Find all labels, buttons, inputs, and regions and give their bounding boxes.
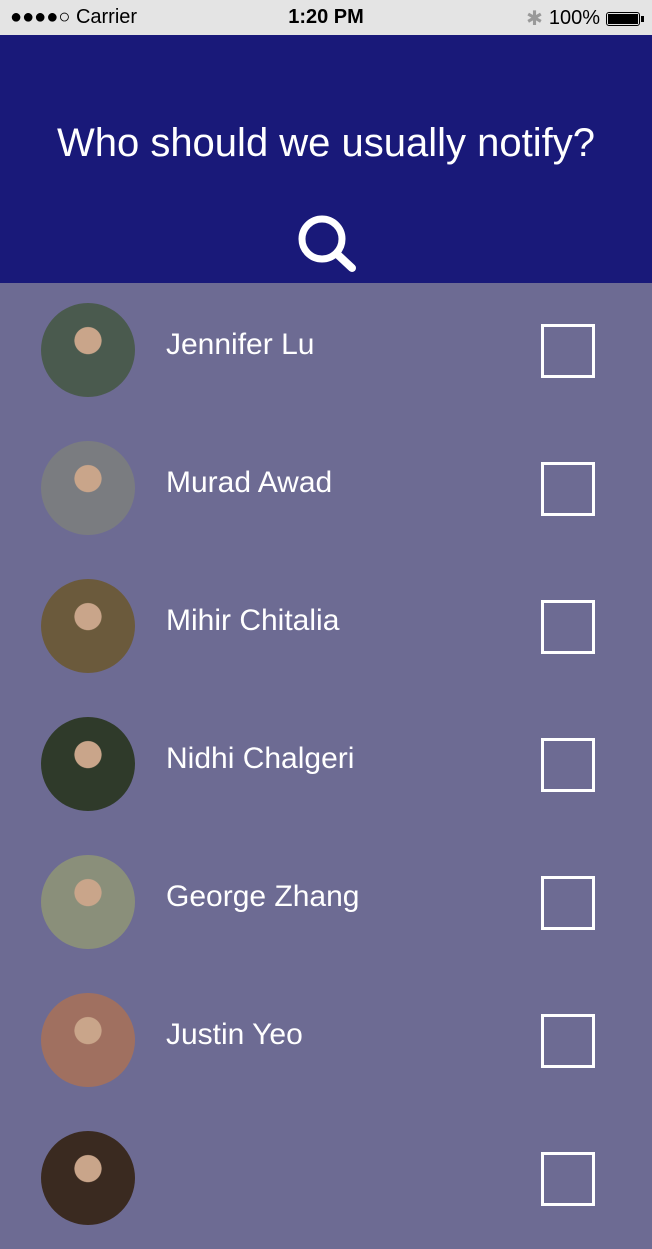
contact-row[interactable]: George Zhang <box>0 835 652 973</box>
status-bar: ●●●●○ Carrier 1:20 PM ✱ 100% <box>0 0 652 35</box>
contact-row[interactable]: Nidhi Chalgeri <box>0 697 652 835</box>
contact-name: Murad Awad <box>166 466 333 499</box>
notify-checkbox[interactable] <box>541 1014 595 1068</box>
avatar <box>41 441 135 535</box>
contact-row[interactable]: Murad Awad <box>0 421 652 559</box>
contact-row[interactable] <box>0 1111 652 1249</box>
contact-name: Jennifer Lu <box>166 328 315 361</box>
bluetooth-icon: ✱ <box>526 8 543 30</box>
notify-checkbox[interactable] <box>541 738 595 792</box>
avatar <box>41 717 135 811</box>
contact-name: Justin Yeo <box>166 1018 303 1051</box>
contact-name: George Zhang <box>166 880 360 913</box>
notify-checkbox[interactable] <box>541 1152 595 1206</box>
avatar <box>41 993 135 1087</box>
avatar <box>41 579 135 673</box>
search-icon[interactable] <box>296 215 360 275</box>
status-right: ✱ 100% <box>526 6 644 31</box>
contact-name: Mihir Chitalia <box>166 604 340 637</box>
header: Who should we usually notify? <box>0 35 652 283</box>
avatar <box>41 1131 135 1225</box>
notify-checkbox[interactable] <box>541 600 595 654</box>
notify-checkbox[interactable] <box>541 324 595 378</box>
avatar <box>41 855 135 949</box>
battery-percent: 100% <box>548 7 600 29</box>
contact-row[interactable]: Justin Yeo <box>0 973 652 1111</box>
contact-row[interactable]: Jennifer Lu <box>0 283 652 421</box>
page-title: Who should we usually notify? <box>56 121 596 165</box>
notify-checkbox[interactable] <box>541 876 595 930</box>
notify-checkbox[interactable] <box>541 462 595 516</box>
contact-row[interactable]: Mihir Chitalia <box>0 559 652 697</box>
battery-icon <box>606 11 644 26</box>
avatar <box>41 303 135 397</box>
contact-name: Nidhi Chalgeri <box>166 742 355 775</box>
